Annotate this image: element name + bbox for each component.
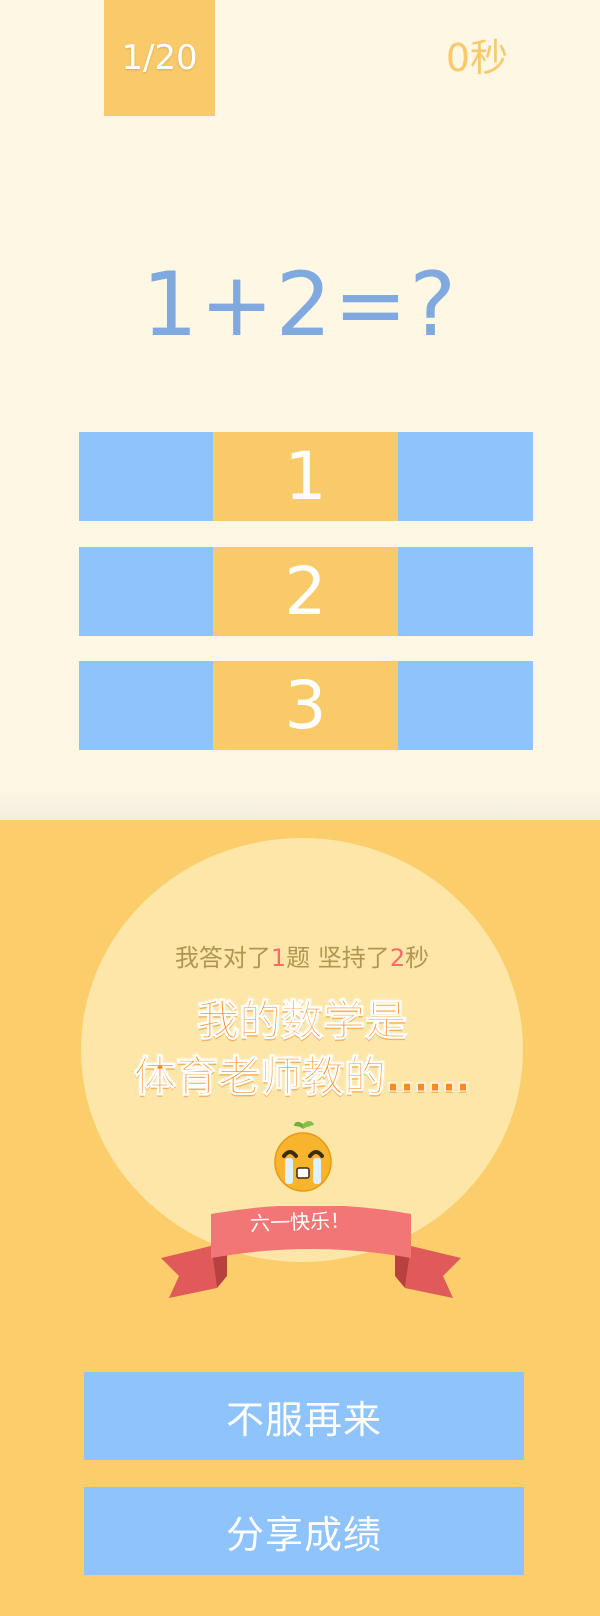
quiz-screen: 1/20 0秒 1+2=? 1 2 3	[0, 0, 600, 792]
section-divider	[0, 792, 600, 820]
answer-option-1[interactable]: 1	[79, 432, 533, 521]
answer-option-label: 2	[213, 547, 398, 636]
question-progress-text: 1/20	[121, 38, 198, 78]
timer-text: 0秒	[445, 36, 508, 80]
answer-option-label: 3	[213, 661, 398, 750]
summary-prefix: 我答对了	[174, 944, 271, 972]
correct-count: 1	[270, 944, 287, 972]
seconds-count: 2	[389, 944, 406, 972]
summary-suffix: 秒	[405, 944, 430, 972]
question-progress-badge: 1/20	[104, 0, 215, 116]
crying-orange-mascot-icon	[274, 1121, 332, 1192]
ribbon-text: 六一快乐！	[249, 1208, 351, 1236]
answer-option-label: 1	[213, 432, 398, 521]
summary-mid: 题 坚持了	[286, 944, 390, 972]
retry-button[interactable]: 不服再来	[84, 1372, 524, 1460]
result-card: 我答对了1题 坚持了2秒 我的数学是 体育老师教的……	[81, 838, 523, 1298]
answer-option-3[interactable]: 3	[79, 661, 533, 750]
share-button[interactable]: 分享成绩	[84, 1487, 524, 1575]
answer-option-2[interactable]: 2	[79, 547, 533, 636]
question-text: 1+2=?	[141, 253, 459, 356]
verdict-line-2: 体育老师教的……	[133, 1052, 470, 1102]
result-screen: 我答对了1题 坚持了2秒 我的数学是 体育老师教的…… 六一快乐！ 不服再来 分…	[0, 820, 600, 1616]
result-verdict: 我的数学是 体育老师教的……	[81, 993, 523, 1105]
result-summary: 我答对了1题 坚持了2秒	[81, 938, 523, 973]
verdict-line-1: 我的数学是	[196, 996, 407, 1046]
